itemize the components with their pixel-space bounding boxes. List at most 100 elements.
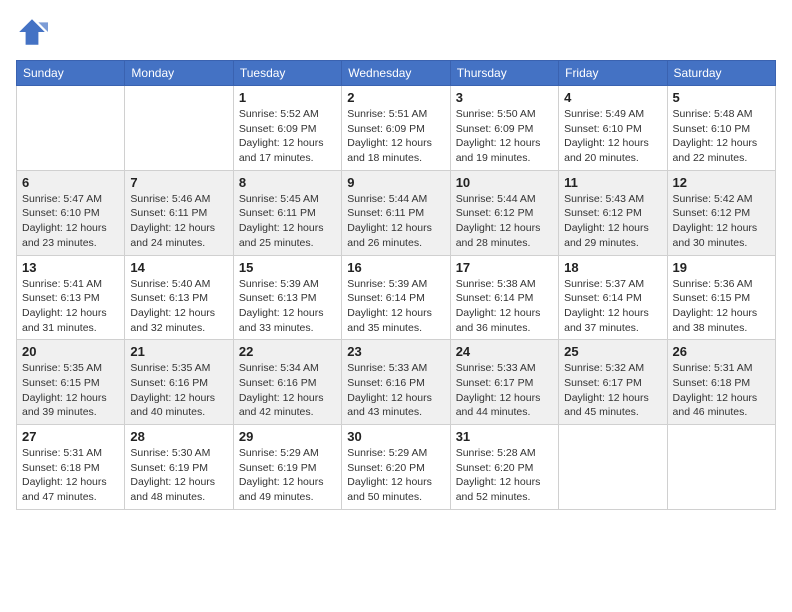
day-info: Sunrise: 5:48 AM Sunset: 6:10 PM Dayligh… xyxy=(673,107,770,166)
day-number: 4 xyxy=(564,90,661,105)
weekday-header-tuesday: Tuesday xyxy=(233,61,341,86)
day-number: 6 xyxy=(22,175,119,190)
calendar-cell: 17 Sunrise: 5:38 AM Sunset: 6:14 PM Dayli… xyxy=(450,255,558,340)
day-number: 20 xyxy=(22,344,119,359)
day-number: 7 xyxy=(130,175,227,190)
day-number: 15 xyxy=(239,260,336,275)
day-info: Sunrise: 5:47 AM Sunset: 6:10 PM Dayligh… xyxy=(22,192,119,251)
calendar-cell: 9 Sunrise: 5:44 AM Sunset: 6:11 PM Daylig… xyxy=(342,170,450,255)
calendar-cell: 6 Sunrise: 5:47 AM Sunset: 6:10 PM Daylig… xyxy=(17,170,125,255)
day-number: 22 xyxy=(239,344,336,359)
day-number: 1 xyxy=(239,90,336,105)
calendar-cell: 4 Sunrise: 5:49 AM Sunset: 6:10 PM Daylig… xyxy=(559,86,667,171)
calendar-cell: 31 Sunrise: 5:28 AM Sunset: 6:20 PM Dayli… xyxy=(450,425,558,510)
day-info: Sunrise: 5:30 AM Sunset: 6:19 PM Dayligh… xyxy=(130,446,227,505)
calendar-cell: 2 Sunrise: 5:51 AM Sunset: 6:09 PM Daylig… xyxy=(342,86,450,171)
day-number: 25 xyxy=(564,344,661,359)
day-info: Sunrise: 5:33 AM Sunset: 6:16 PM Dayligh… xyxy=(347,361,444,420)
day-number: 30 xyxy=(347,429,444,444)
day-number: 31 xyxy=(456,429,553,444)
day-info: Sunrise: 5:50 AM Sunset: 6:09 PM Dayligh… xyxy=(456,107,553,166)
calendar-cell: 23Sunrise: 5:33 AM Sunset: 6:16 PM Dayli… xyxy=(342,340,450,425)
calendar-cell: 30 Sunrise: 5:29 AM Sunset: 6:20 PM Dayli… xyxy=(342,425,450,510)
calendar-cell: 29Sunrise: 5:29 AM Sunset: 6:19 PM Dayli… xyxy=(233,425,341,510)
day-info: Sunrise: 5:51 AM Sunset: 6:09 PM Dayligh… xyxy=(347,107,444,166)
weekday-header-friday: Friday xyxy=(559,61,667,86)
calendar-week-4: 20 Sunrise: 5:35 AM Sunset: 6:15 PM Dayli… xyxy=(17,340,776,425)
logo-icon xyxy=(16,16,48,48)
day-number: 18 xyxy=(564,260,661,275)
day-info: Sunrise: 5:41 AM Sunset: 6:13 PM Dayligh… xyxy=(22,277,119,336)
day-number: 17 xyxy=(456,260,553,275)
day-info: Sunrise: 5:39 AM Sunset: 6:14 PM Dayligh… xyxy=(347,277,444,336)
day-info: Sunrise: 5:28 AM Sunset: 6:20 PM Dayligh… xyxy=(456,446,553,505)
day-info: Sunrise: 5:36 AM Sunset: 6:15 PM Dayligh… xyxy=(673,277,770,336)
day-number: 12 xyxy=(673,175,770,190)
day-info: Sunrise: 5:44 AM Sunset: 6:11 PM Dayligh… xyxy=(347,192,444,251)
day-info: Sunrise: 5:52 AM Sunset: 6:09 PM Dayligh… xyxy=(239,107,336,166)
day-number: 2 xyxy=(347,90,444,105)
day-number: 14 xyxy=(130,260,227,275)
weekday-header-saturday: Saturday xyxy=(667,61,775,86)
calendar-cell xyxy=(559,425,667,510)
calendar-cell: 20 Sunrise: 5:35 AM Sunset: 6:15 PM Dayli… xyxy=(17,340,125,425)
day-number: 19 xyxy=(673,260,770,275)
day-number: 9 xyxy=(347,175,444,190)
day-number: 26 xyxy=(673,344,770,359)
weekday-header-sunday: Sunday xyxy=(17,61,125,86)
day-info: Sunrise: 5:38 AM Sunset: 6:14 PM Dayligh… xyxy=(456,277,553,336)
calendar-cell: 15 Sunrise: 5:39 AM Sunset: 6:13 PM Dayli… xyxy=(233,255,341,340)
weekday-header-row: SundayMondayTuesdayWednesdayThursdayFrid… xyxy=(17,61,776,86)
calendar-cell: 3Sunrise: 5:50 AM Sunset: 6:09 PM Daylig… xyxy=(450,86,558,171)
calendar-cell: 25Sunrise: 5:32 AM Sunset: 6:17 PM Dayli… xyxy=(559,340,667,425)
page-header xyxy=(16,16,776,48)
day-info: Sunrise: 5:45 AM Sunset: 6:11 PM Dayligh… xyxy=(239,192,336,251)
calendar-cell: 26 Sunrise: 5:31 AM Sunset: 6:18 PM Dayli… xyxy=(667,340,775,425)
day-number: 27 xyxy=(22,429,119,444)
weekday-header-wednesday: Wednesday xyxy=(342,61,450,86)
calendar-cell: 18 Sunrise: 5:37 AM Sunset: 6:14 PM Dayli… xyxy=(559,255,667,340)
day-info: Sunrise: 5:44 AM Sunset: 6:12 PM Dayligh… xyxy=(456,192,553,251)
calendar-cell: 7 Sunrise: 5:46 AM Sunset: 6:11 PM Daylig… xyxy=(125,170,233,255)
day-info: Sunrise: 5:34 AM Sunset: 6:16 PM Dayligh… xyxy=(239,361,336,420)
day-info: Sunrise: 5:29 AM Sunset: 6:20 PM Dayligh… xyxy=(347,446,444,505)
calendar-cell: 11 Sunrise: 5:43 AM Sunset: 6:12 PM Dayli… xyxy=(559,170,667,255)
day-number: 10 xyxy=(456,175,553,190)
day-info: Sunrise: 5:40 AM Sunset: 6:13 PM Dayligh… xyxy=(130,277,227,336)
calendar-cell xyxy=(667,425,775,510)
calendar-cell: 28Sunrise: 5:30 AM Sunset: 6:19 PM Dayli… xyxy=(125,425,233,510)
calendar-cell: 5 Sunrise: 5:48 AM Sunset: 6:10 PM Daylig… xyxy=(667,86,775,171)
calendar-cell: 16 Sunrise: 5:39 AM Sunset: 6:14 PM Dayli… xyxy=(342,255,450,340)
calendar-cell: 22 Sunrise: 5:34 AM Sunset: 6:16 PM Dayli… xyxy=(233,340,341,425)
calendar-cell xyxy=(125,86,233,171)
day-number: 29 xyxy=(239,429,336,444)
calendar-table: SundayMondayTuesdayWednesdayThursdayFrid… xyxy=(16,60,776,510)
day-info: Sunrise: 5:35 AM Sunset: 6:16 PM Dayligh… xyxy=(130,361,227,420)
calendar-cell: 8 Sunrise: 5:45 AM Sunset: 6:11 PM Daylig… xyxy=(233,170,341,255)
day-info: Sunrise: 5:39 AM Sunset: 6:13 PM Dayligh… xyxy=(239,277,336,336)
calendar-cell: 13 Sunrise: 5:41 AM Sunset: 6:13 PM Dayli… xyxy=(17,255,125,340)
day-info: Sunrise: 5:42 AM Sunset: 6:12 PM Dayligh… xyxy=(673,192,770,251)
calendar-cell: 19 Sunrise: 5:36 AM Sunset: 6:15 PM Dayli… xyxy=(667,255,775,340)
day-info: Sunrise: 5:43 AM Sunset: 6:12 PM Dayligh… xyxy=(564,192,661,251)
day-number: 13 xyxy=(22,260,119,275)
calendar-week-1: 1 Sunrise: 5:52 AM Sunset: 6:09 PM Daylig… xyxy=(17,86,776,171)
calendar-cell: 12 Sunrise: 5:42 AM Sunset: 6:12 PM Dayli… xyxy=(667,170,775,255)
day-info: Sunrise: 5:46 AM Sunset: 6:11 PM Dayligh… xyxy=(130,192,227,251)
day-number: 16 xyxy=(347,260,444,275)
day-info: Sunrise: 5:35 AM Sunset: 6:15 PM Dayligh… xyxy=(22,361,119,420)
calendar-week-5: 27Sunrise: 5:31 AM Sunset: 6:18 PM Dayli… xyxy=(17,425,776,510)
day-number: 5 xyxy=(673,90,770,105)
calendar-cell: 14 Sunrise: 5:40 AM Sunset: 6:13 PM Dayli… xyxy=(125,255,233,340)
calendar-week-2: 6 Sunrise: 5:47 AM Sunset: 6:10 PM Daylig… xyxy=(17,170,776,255)
day-number: 11 xyxy=(564,175,661,190)
weekday-header-monday: Monday xyxy=(125,61,233,86)
day-info: Sunrise: 5:31 AM Sunset: 6:18 PM Dayligh… xyxy=(673,361,770,420)
calendar-cell xyxy=(17,86,125,171)
day-info: Sunrise: 5:37 AM Sunset: 6:14 PM Dayligh… xyxy=(564,277,661,336)
day-info: Sunrise: 5:49 AM Sunset: 6:10 PM Dayligh… xyxy=(564,107,661,166)
logo xyxy=(16,16,52,48)
day-info: Sunrise: 5:33 AM Sunset: 6:17 PM Dayligh… xyxy=(456,361,553,420)
day-number: 8 xyxy=(239,175,336,190)
day-number: 21 xyxy=(130,344,227,359)
